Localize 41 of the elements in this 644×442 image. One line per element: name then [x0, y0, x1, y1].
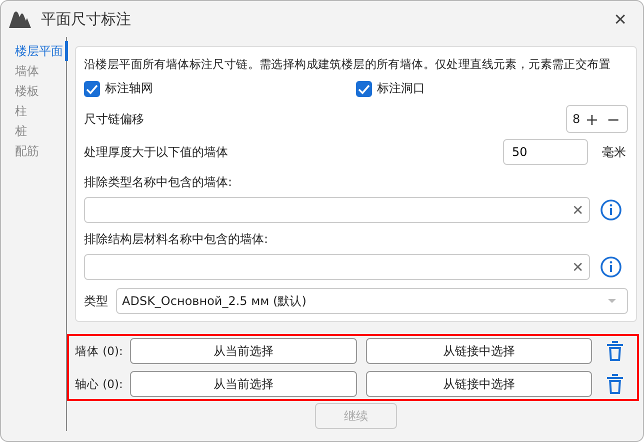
info-icon[interactable]: [600, 199, 622, 221]
sidebar-item[interactable]: 楼板: [1, 81, 68, 101]
sidebar-item[interactable]: 墙体: [1, 61, 68, 81]
select-button[interactable]: 从链接中选择: [366, 338, 592, 364]
checkbox[interactable]: [84, 80, 100, 96]
spinner-value: 8: [572, 112, 580, 126]
sidebar-item[interactable]: 桩: [1, 121, 68, 141]
decrement-button[interactable]: −: [604, 110, 623, 128]
logo-icon: [9, 10, 31, 28]
description-text: 沿楼层平面所有墙体标注尺寸链。需选择构成建筑楼层的所有墙体。仅处理直线元素，元素需正交布置: [84, 57, 612, 72]
increment-button[interactable]: +: [582, 110, 602, 128]
select-button[interactable]: 从链接中选择: [366, 371, 592, 397]
select-button[interactable]: 从当前选择: [130, 371, 356, 397]
thickness-field[interactable]: 50: [503, 139, 588, 165]
number-spinner[interactable]: 8 + −: [566, 105, 628, 133]
dropdown-caret-icon: [607, 298, 617, 304]
info-icon[interactable]: [600, 256, 622, 278]
sidebar-item[interactable]: 楼层平面: [1, 41, 68, 61]
field-label: 排除结构层材料名称中包含的墙体:: [84, 231, 270, 248]
selection-label: 轴心 (0):: [75, 376, 121, 392]
unit-label: 毫米: [602, 144, 626, 160]
trash-icon[interactable]: [607, 341, 623, 361]
checkbox-label: 标注洞口: [377, 80, 425, 97]
text-field[interactable]: ✕: [84, 197, 590, 223]
clear-button[interactable]: ✕: [567, 202, 589, 218]
type-label: 类型: [84, 292, 108, 310]
sidebar-item[interactable]: 柱: [1, 101, 68, 121]
select-button[interactable]: 从当前选择: [130, 338, 356, 364]
text-field[interactable]: ✕: [84, 254, 590, 280]
offset-label: 尺寸链偏移: [84, 110, 144, 128]
thickness-label: 处理厚度大于以下值的墙体: [84, 144, 228, 160]
window-title: 平面尺寸标注: [41, 10, 131, 28]
trash-icon[interactable]: [607, 374, 623, 394]
field-label: 排除类型名称中包含的墙体:: [84, 174, 234, 191]
close-button[interactable]: ✕: [608, 8, 633, 30]
clear-button[interactable]: ✕: [567, 259, 589, 275]
type-dropdown[interactable]: ADSK_Основной_2.5 мм (默认): [116, 288, 628, 314]
checkbox-label: 标注轴网: [105, 80, 153, 97]
checkbox[interactable]: [356, 80, 372, 96]
sidebar-item[interactable]: 配筋: [1, 141, 68, 161]
selection-label: 墙体 (0):: [75, 344, 121, 358]
